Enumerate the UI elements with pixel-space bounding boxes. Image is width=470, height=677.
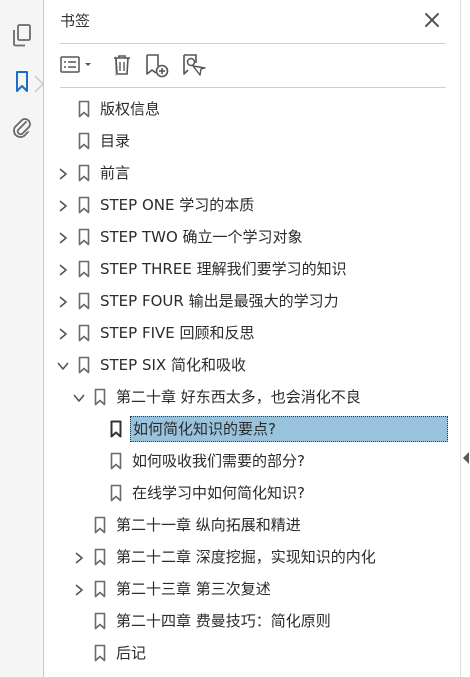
- bookmark-row[interactable]: 如何吸收我们需要的部分?: [44, 446, 460, 476]
- new-bookmark-icon[interactable]: [144, 50, 170, 80]
- bookmark-search-icon[interactable]: [180, 50, 206, 80]
- bookmark-row[interactable]: STEP SIX 简化和吸收: [44, 350, 460, 380]
- bookmark-icon: [78, 356, 90, 374]
- bookmark-row[interactable]: STEP THREE 理解我们要学习的知识: [44, 254, 460, 284]
- chevron-right-icon[interactable]: [72, 550, 86, 564]
- bookmarks-panel: 书签 版权信息 目录 前言 STEP ONE 学习的本质 STEP TWO 确立…: [44, 0, 460, 677]
- panel-splitter[interactable]: [460, 0, 470, 677]
- chevron-right-icon[interactable]: [56, 230, 70, 244]
- bookmark-icon: [94, 516, 106, 534]
- bookmark-row[interactable]: 第二十一章 纵向拓展和精进: [44, 510, 460, 540]
- bookmark-row[interactable]: 后记: [44, 638, 460, 668]
- bookmark-icon: [78, 132, 90, 150]
- bookmark-label: STEP TWO 确立一个学习对象: [100, 228, 303, 246]
- bookmark-label: 目录: [100, 132, 131, 150]
- bookmark-label: 第二十四章 费曼技巧：简化原则: [116, 612, 331, 630]
- bookmark-label: 如何简化知识的要点?: [130, 416, 448, 442]
- bookmark-icon: [110, 420, 122, 438]
- chevron-right-icon[interactable]: [72, 582, 86, 596]
- bookmark-icon: [110, 484, 122, 502]
- bookmark-icon: [110, 452, 122, 470]
- bookmark-label: STEP SIX 简化和吸收: [100, 356, 246, 374]
- bookmark-icon: [94, 612, 106, 630]
- bookmark-icon: [78, 164, 90, 182]
- bookmark-label: STEP ONE 学习的本质: [100, 196, 255, 214]
- bookmark-label: 第二十三章 第三次复述: [116, 580, 271, 598]
- panel-title: 书签: [60, 12, 91, 30]
- bookmark-icon: [78, 228, 90, 246]
- bookmark-label: STEP THREE 理解我们要学习的知识: [100, 260, 347, 278]
- bookmark-row[interactable]: 第二十二章 深度挖掘，实现知识的内化: [44, 542, 460, 572]
- bookmark-icon: [94, 580, 106, 598]
- bookmark-row[interactable]: STEP ONE 学习的本质: [44, 190, 460, 220]
- bookmark-row[interactable]: 第二十三章 第三次复述: [44, 574, 460, 604]
- bookmark-row[interactable]: STEP TWO 确立一个学习对象: [44, 222, 460, 252]
- chevron-right-icon[interactable]: [56, 262, 70, 276]
- chevron-down-icon[interactable]: [72, 390, 86, 404]
- bookmark-icon: [78, 100, 90, 118]
- collapse-arrow-icon[interactable]: [463, 452, 469, 464]
- chevron-right-icon[interactable]: [56, 198, 70, 212]
- bookmark-row[interactable]: STEP FIVE 回顾和反思: [44, 318, 460, 348]
- bookmark-icon: [94, 644, 106, 662]
- bookmark-row[interactable]: STEP FOUR 输出是最强大的学习力: [44, 286, 460, 316]
- bookmark-row[interactable]: 在线学习中如何简化知识?: [44, 478, 460, 508]
- pages-icon[interactable]: [8, 21, 36, 49]
- bookmark-row[interactable]: 第二十四章 费曼技巧：简化原则: [44, 606, 460, 636]
- chevron-right-icon[interactable]: [56, 294, 70, 308]
- bookmark-row[interactable]: 前言: [44, 158, 460, 188]
- bookmark-icon: [78, 324, 90, 342]
- bookmark-label: 前言: [100, 164, 131, 182]
- bookmark-label: 后记: [116, 644, 147, 662]
- bookmark-label: 在线学习中如何简化知识?: [132, 484, 305, 502]
- chevron-right-icon[interactable]: [56, 326, 70, 340]
- attachment-icon[interactable]: [8, 114, 36, 142]
- bookmark-icon[interactable]: [8, 68, 36, 96]
- bookmark-label: 如何吸收我们需要的部分?: [132, 452, 305, 470]
- bookmark-label: 第二十一章 纵向拓展和精进: [116, 516, 301, 534]
- bookmark-row[interactable]: 版权信息: [44, 94, 460, 124]
- chevron-right-icon[interactable]: [56, 166, 70, 180]
- bookmark-icon: [94, 548, 106, 566]
- bookmark-label: 版权信息: [100, 100, 161, 118]
- navigation-rail: [0, 0, 44, 677]
- delete-icon[interactable]: [110, 50, 134, 80]
- bookmark-row[interactable]: 目录: [44, 126, 460, 156]
- bookmark-row[interactable]: 如何简化知识的要点?: [44, 414, 460, 444]
- bookmark-label: 第二十二章 深度挖掘，实现知识的内化: [116, 548, 376, 566]
- bookmark-icon: [94, 388, 106, 406]
- close-icon[interactable]: [424, 12, 440, 28]
- options-menu-button[interactable]: [60, 50, 96, 80]
- header-divider: [60, 43, 446, 44]
- bookmark-label: 第二十章 好东西太多，也会消化不良: [116, 388, 361, 406]
- bookmark-icon: [78, 292, 90, 310]
- active-tab-pointer: [34, 75, 44, 93]
- bookmark-icon: [78, 260, 90, 278]
- bookmark-label: STEP FOUR 输出是最强大的学习力: [100, 292, 339, 310]
- bookmark-label: STEP FIVE 回顾和反思: [100, 324, 255, 342]
- bookmark-icon: [78, 196, 90, 214]
- chevron-down-icon[interactable]: [56, 358, 70, 372]
- toolbar-divider-bottom: [60, 87, 446, 88]
- bookmark-row[interactable]: 第二十章 好东西太多，也会消化不良: [44, 382, 460, 412]
